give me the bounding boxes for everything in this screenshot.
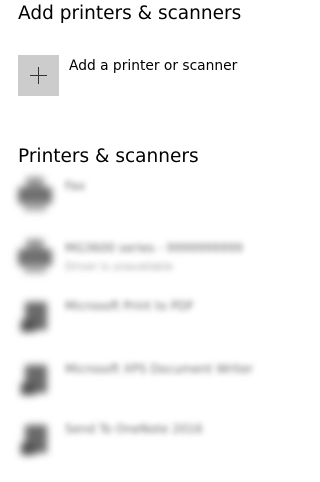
printer-item-fax[interactable]: Fax (14, 170, 304, 222)
printer-name: Microsoft XPS Document Writer (65, 362, 253, 376)
printer-name: Send To OneNote 2016 (65, 422, 203, 436)
printer-status: Driver is unavailable (65, 261, 174, 273)
printer-item-xps-writer[interactable]: Microsoft XPS Document Writer (14, 353, 304, 405)
printer-item-mg3600[interactable]: MG3600 series - 9999999999 Driver is una… (14, 232, 304, 284)
document-printer-icon (16, 294, 54, 336)
add-tile[interactable] (18, 55, 59, 96)
printer-name: MG3600 series - 9999999999 (65, 241, 243, 255)
document-printer-icon (16, 357, 54, 399)
printer-name: Microsoft Print to PDF (65, 299, 195, 313)
add-printer-label: Add a printer or scanner (69, 58, 238, 74)
add-printer-button[interactable]: Add a printer or scanner (18, 55, 278, 97)
document-printer-icon (16, 417, 54, 459)
printer-name: Fax (65, 179, 86, 193)
printer-icon (16, 236, 54, 278)
printer-item-print-to-pdf[interactable]: Microsoft Print to PDF (14, 290, 304, 342)
printer-icon (16, 174, 54, 216)
printer-item-send-to-onenote[interactable]: Send To OneNote 2016 (14, 413, 304, 465)
add-printers-heading: Add printers & scanners (18, 3, 242, 24)
printers-scanners-heading: Printers & scanners (18, 146, 199, 167)
